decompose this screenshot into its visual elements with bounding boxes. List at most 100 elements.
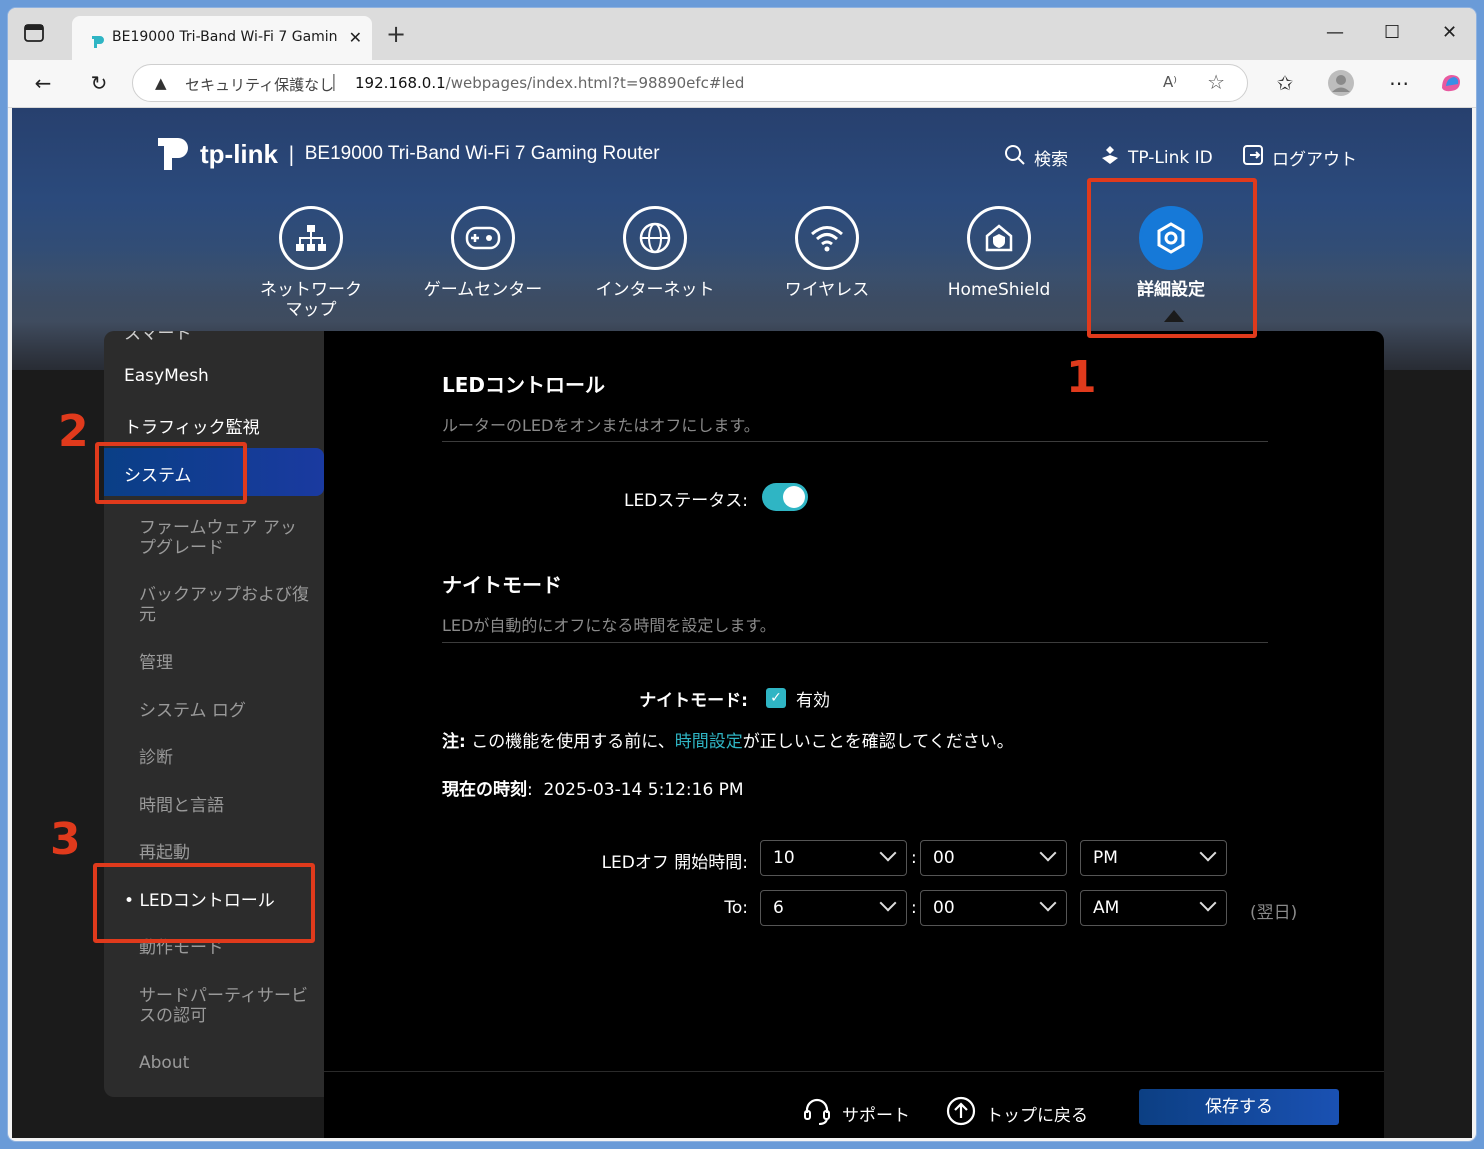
- search-link[interactable]: 検索: [1004, 144, 1068, 171]
- chevron-down-icon: [1039, 844, 1057, 862]
- chevron-down-icon: [1199, 844, 1217, 862]
- led-section-desc: ルーターのLEDをオンまたはオフにします。: [442, 416, 760, 435]
- new-tab-button[interactable]: +: [386, 22, 406, 46]
- insecure-label: セキュリティ保護なし: [185, 76, 335, 94]
- nav-network-map[interactable]: ネットワーク マップ: [236, 206, 386, 320]
- router-model: BE19000 Tri-Band Wi-Fi 7 Gaming Router: [304, 143, 660, 164]
- logout-link[interactable]: ログアウト: [1242, 144, 1357, 171]
- refresh-icon[interactable]: ↻: [86, 70, 112, 96]
- start-ampm-select[interactable]: PM: [1080, 840, 1227, 876]
- search-icon: [1004, 144, 1026, 171]
- sidebar-item-smart[interactable]: スマート: [124, 331, 192, 344]
- annotation-number-3: 3: [50, 814, 81, 865]
- end-minute-select[interactable]: 00: [920, 890, 1067, 926]
- sidebar-sub-backup[interactable]: バックアップおよび復元: [139, 585, 309, 625]
- sidebar-sub-reboot[interactable]: 再起動: [139, 843, 309, 863]
- toggle-knob: [783, 486, 805, 508]
- nav-label: インターネット: [595, 280, 715, 300]
- sidebar-sub-syslog[interactable]: システム ログ: [139, 701, 309, 721]
- led-status-toggle[interactable]: [762, 483, 808, 511]
- current-time: 現在の時刻: 2025-03-14 5:12:16 PM: [442, 780, 744, 800]
- sidebar-item-traffic[interactable]: トラフィック監視: [124, 413, 260, 438]
- next-day-label: (翌日): [1250, 903, 1298, 923]
- address-separator: |: [331, 72, 337, 92]
- address-bar[interactable]: ▲ セキュリティ保護なし | 192.168.0.1/webpages/inde…: [132, 64, 1248, 102]
- close-window-icon[interactable]: ✕: [1442, 22, 1457, 43]
- nav-label: ワイヤレス: [784, 280, 870, 300]
- read-aloud-icon[interactable]: A⁾: [1163, 73, 1177, 91]
- tplink-logo-icon: [148, 130, 192, 178]
- time-settings-link[interactable]: 時間設定: [675, 732, 743, 752]
- nav-label: HomeShield: [947, 280, 1051, 300]
- start-minute-select[interactable]: 00: [920, 840, 1067, 876]
- tab-title: BE19000 Tri-Band Wi-Fi 7 Gaming: [112, 29, 338, 45]
- nav-wireless[interactable]: ワイヤレス: [752, 206, 902, 300]
- divider: [442, 441, 1268, 442]
- start-time-label: LEDオフ 開始時間:: [601, 853, 748, 873]
- sidebar-sub-third-party[interactable]: サードパーティサービスの認可: [139, 986, 309, 1026]
- brand-name: tp-link: [200, 138, 278, 169]
- nav-game-center[interactable]: ゲームセンター: [408, 206, 558, 300]
- chevron-down-icon: [879, 844, 897, 862]
- copilot-icon[interactable]: [1438, 70, 1464, 96]
- divider: [442, 642, 1268, 643]
- save-button[interactable]: 保存する: [1139, 1089, 1339, 1125]
- headset-icon: [802, 1096, 832, 1131]
- highlight-box-led-control: [93, 863, 315, 943]
- content-panel: スマート EasyMesh トラフィック監視 システム ファームウェア アップグ…: [104, 331, 1384, 1138]
- browser-window: BE19000 Tri-Band Wi-Fi 7 Gaming ✕ + — ☐ …: [8, 8, 1476, 1141]
- network-map-icon: [279, 206, 343, 270]
- night-section-title: ナイトモード: [442, 573, 562, 597]
- chevron-down-icon: [879, 894, 897, 912]
- nav-homeshield[interactable]: HomeShield: [924, 206, 1074, 300]
- more-menu-icon[interactable]: ⋯: [1386, 70, 1412, 96]
- tab-actions-icon[interactable]: [24, 24, 52, 48]
- enabled-label: 有効: [796, 691, 830, 711]
- profile-avatar-icon[interactable]: [1328, 70, 1354, 96]
- maximize-icon[interactable]: ☐: [1384, 22, 1400, 43]
- back-to-top-link[interactable]: トップに戻る: [946, 1096, 1088, 1131]
- nav-label: ネットワーク マップ: [260, 280, 362, 320]
- favorite-star-icon[interactable]: ☆: [1207, 70, 1225, 94]
- night-mode-label: ナイトモード:: [639, 691, 748, 711]
- colon: :: [911, 848, 917, 868]
- back-icon[interactable]: ←: [30, 70, 56, 96]
- browser-tab[interactable]: BE19000 Tri-Band Wi-Fi 7 Gaming ✕: [72, 16, 372, 60]
- sidebar-sub-firmware[interactable]: ファームウェア アップグレード: [139, 518, 309, 558]
- highlight-box-advanced: [1087, 178, 1257, 338]
- brand-divider: |: [288, 142, 295, 166]
- start-hour-select[interactable]: 10: [760, 840, 907, 876]
- favorites-list-icon[interactable]: ✩: [1272, 70, 1298, 96]
- sidebar-sub-diagnostics[interactable]: 診断: [139, 748, 309, 768]
- logout-icon: [1242, 144, 1264, 171]
- gamepad-icon: [451, 206, 515, 270]
- nav-label: ゲームセンター: [423, 280, 543, 300]
- nav-internet[interactable]: インターネット: [580, 206, 730, 300]
- night-note: 注: この機能を使用する前に、時間設定が正しいことを確認してください。: [442, 732, 1014, 752]
- chevron-down-icon: [1199, 894, 1217, 912]
- night-mode-checkbox[interactable]: ✓: [766, 688, 786, 708]
- tplink-id-link[interactable]: TP-Link ID: [1100, 144, 1213, 171]
- url-text: 192.168.0.1/webpages/index.html?t=98890e…: [355, 74, 745, 92]
- led-status-label: LEDステータス:: [623, 491, 748, 511]
- annotation-number-1: 1: [1066, 352, 1097, 403]
- sidebar-sub-about[interactable]: About: [139, 1053, 309, 1073]
- colon: :: [911, 898, 917, 918]
- wifi-icon: [795, 206, 859, 270]
- sidebar-item-easymesh[interactable]: EasyMesh: [124, 366, 209, 386]
- sidebar-sub-time-language[interactable]: 時間と言語: [139, 796, 309, 816]
- tplink-favicon-icon: [86, 30, 104, 48]
- warning-icon: ▲: [155, 74, 167, 92]
- support-link[interactable]: サポート: [802, 1096, 910, 1131]
- main-content: LEDコントロール ルーターのLEDをオンまたはオフにします。 LEDステータス…: [324, 331, 1384, 1138]
- highlight-box-system: [95, 442, 247, 504]
- minimize-icon[interactable]: —: [1326, 22, 1344, 43]
- arrow-up-circle-icon: [946, 1096, 976, 1131]
- sidebar-sub-admin[interactable]: 管理: [139, 653, 309, 673]
- user-id-icon: [1100, 144, 1120, 171]
- brand-bar: tp-link | BE19000 Tri-Band Wi-Fi 7 Gamin…: [148, 130, 660, 178]
- end-hour-select[interactable]: 6: [760, 890, 907, 926]
- chevron-down-icon: [1039, 894, 1057, 912]
- close-tab-icon[interactable]: ✕: [349, 28, 362, 47]
- end-ampm-select[interactable]: AM: [1080, 890, 1227, 926]
